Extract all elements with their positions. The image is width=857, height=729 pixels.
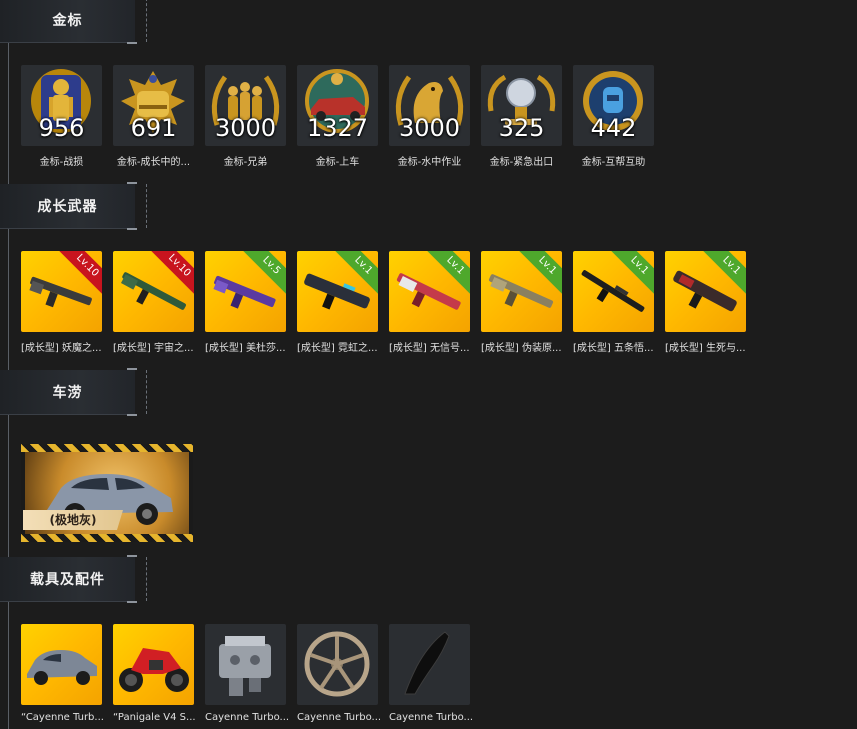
weapon-item[interactable]: Lv.1 [成长型] 伪装原... [481, 251, 562, 354]
weapon-tile: Lv.1 [665, 251, 746, 332]
weapon-tile: Lv.1 [481, 251, 562, 332]
vehicle-tile [389, 624, 470, 705]
vehicle-label: Cayenne Turbo... [389, 712, 474, 723]
vehicle-tile [113, 624, 194, 705]
medal-count: 3000 [398, 114, 461, 142]
header-dashed-edge [134, 184, 147, 228]
header-dashed-edge [134, 370, 147, 414]
section-header-car-skins: 车涝 [0, 368, 147, 416]
medal-tile: 691 [113, 65, 194, 146]
medal-item[interactable]: 442 金标-互帮互助 [573, 65, 654, 168]
vehicle-tile [205, 624, 286, 705]
weapon-label: [成长型] 无信号... [389, 343, 470, 354]
medal-count: 442 [590, 114, 637, 142]
medal-count: 691 [130, 114, 177, 142]
weapon-item[interactable]: Lv.1 [成长型] 无信号... [389, 251, 470, 354]
hazard-stripes [21, 444, 193, 452]
car-skin-card[interactable]: (极地灰) [21, 444, 193, 542]
medal-item[interactable]: 1327 金标-上车 [297, 65, 378, 168]
section-header-medals: 金标 [0, 0, 147, 44]
weapon-label: [成长型] 伪装原... [481, 343, 562, 354]
wheel-rim-icon [304, 631, 370, 697]
weapon-tile: Lv.1 [389, 251, 470, 332]
medal-tile: 1327 [297, 65, 378, 146]
weapon-tile: Lv.1 [297, 251, 378, 332]
medal-tile: 442 [573, 65, 654, 146]
vehicle-label: Cayenne Turbo... [205, 712, 290, 723]
weapon-item[interactable]: Lv.1 [成长型] 生死与... [665, 251, 746, 354]
weapon-tile: Lv.1 [573, 251, 654, 332]
medal-item[interactable]: 3000 金标-兄弟 [205, 65, 286, 168]
section-title-car-skins: 车涝 [52, 385, 83, 401]
weapon-tile: Lv.10 [113, 251, 194, 332]
header-corner-mark [127, 555, 137, 557]
weapon-item[interactable]: Lv.10 [成长型] 宇宙之... [113, 251, 194, 354]
suv-car-icon [27, 650, 97, 685]
header-corner-mark [127, 182, 137, 184]
weapon-item[interactable]: Lv.5 [成长型] 美杜莎... [205, 251, 286, 354]
weapon-tile: Lv.5 [205, 251, 286, 332]
vehicle-item[interactable]: Cayenne Turbo... [205, 624, 289, 723]
weapon-label: [成长型] 生死与... [665, 343, 746, 354]
vehicle-item[interactable]: “Panigale V4 S... [113, 624, 196, 723]
weapon-label: [成长型] 五条悟... [573, 343, 654, 354]
spoiler-part-icon [404, 631, 450, 695]
weapon-item[interactable]: Lv.1 [成长型] 五条悟... [573, 251, 654, 354]
medal-label: 金标-互帮互助 [581, 157, 646, 168]
medal-label: 金标-水中作业 [397, 157, 462, 168]
weapon-label: [成长型] 霓虹之... [297, 343, 378, 354]
section-header-vehicles: 载具及配件 [0, 555, 147, 603]
medal-item[interactable]: 956 金标-战损 [21, 65, 102, 168]
medal-label: 金标-上车 [315, 157, 360, 168]
section-title-vehicles: 载具及配件 [30, 572, 105, 588]
header-corner-mark [127, 414, 137, 416]
weapon-label: [成长型] 宇宙之... [113, 343, 194, 354]
vehicle-tile [297, 624, 378, 705]
vehicle-label: “Cayenne Turb... [21, 712, 104, 723]
header-dashed-edge [134, 0, 147, 42]
vehicle-label: Cayenne Turbo... [297, 712, 382, 723]
header-corner-mark [127, 368, 137, 370]
weapon-item[interactable]: Lv.10 [成长型] 妖魔之... [21, 251, 102, 354]
car-skin-label: (极地灰) [23, 510, 123, 530]
hazard-stripes [21, 534, 193, 542]
medal-tile: 3000 [389, 65, 470, 146]
medal-label: 金标-战损 [39, 157, 84, 168]
medal-count: 1327 [306, 114, 369, 142]
medal-tile: 956 [21, 65, 102, 146]
header-corner-mark [127, 601, 137, 603]
weapon-tile: Lv.10 [21, 251, 102, 332]
section-title-medals: 金标 [52, 13, 83, 29]
medal-label: 金标-兄弟 [223, 157, 268, 168]
vehicle-item[interactable]: “Cayenne Turb... [21, 624, 104, 723]
weapon-label: [成长型] 美杜莎... [205, 343, 286, 354]
medal-item[interactable]: 691 金标-成长中的... [113, 65, 194, 168]
weapon-label: [成长型] 妖魔之... [21, 343, 102, 354]
header-corner-mark [127, 42, 137, 44]
medal-label: 金标-紧急出口 [489, 157, 554, 168]
motorcycle-icon [119, 648, 189, 692]
medal-count: 325 [498, 114, 545, 142]
weapon-item[interactable]: Lv.1 [成长型] 霓虹之... [297, 251, 378, 354]
vehicle-item[interactable]: Cayenne Turbo... [389, 624, 473, 723]
medal-item[interactable]: 3000 金标-水中作业 [389, 65, 470, 168]
section-divider-line [8, 0, 9, 729]
vehicle-tile [21, 624, 102, 705]
medal-label: 金标-成长中的... [116, 157, 191, 168]
header-corner-mark [127, 228, 137, 230]
vehicle-label: “Panigale V4 S... [113, 712, 196, 723]
medal-tile: 325 [481, 65, 562, 146]
medal-tile: 3000 [205, 65, 286, 146]
section-header-weapons: 成长武器 [0, 182, 147, 230]
header-dashed-edge [134, 557, 147, 601]
medal-item[interactable]: 325 金标-紧急出口 [481, 65, 562, 168]
vehicle-item[interactable]: Cayenne Turbo... [297, 624, 381, 723]
medal-count: 3000 [214, 114, 277, 142]
section-title-weapons: 成长武器 [37, 199, 98, 215]
medal-count: 956 [38, 114, 85, 142]
engine-part-icon [219, 636, 271, 696]
